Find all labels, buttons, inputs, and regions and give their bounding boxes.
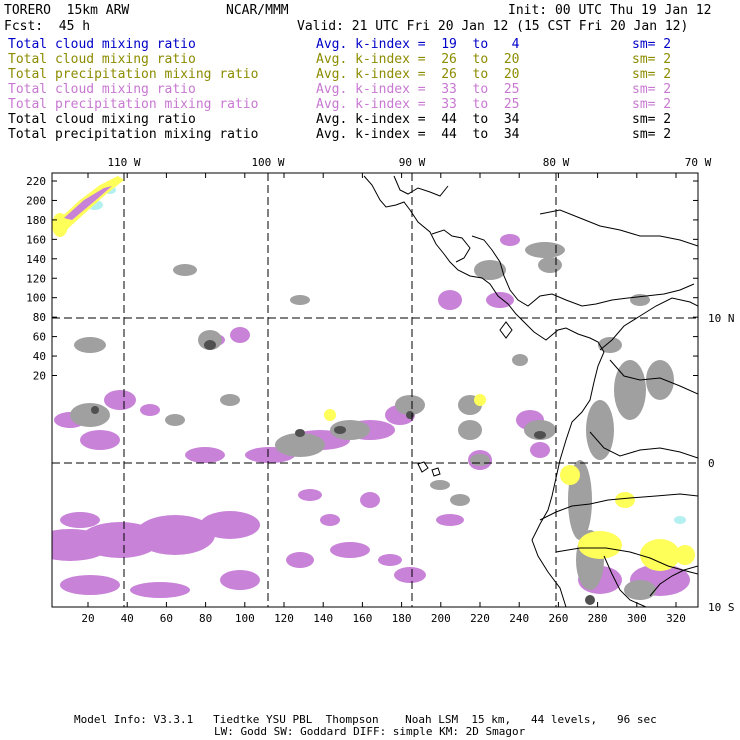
yellow-precip-cell — [474, 394, 486, 406]
purple-precip-cell — [436, 514, 464, 526]
weather-map: 220 200 180 160 140 120 100 80 60 40 20 20 40 60 80 10… — [26, 156, 735, 625]
yellow-precip-cell — [615, 492, 635, 508]
purple-precip-cell — [500, 234, 520, 246]
yellow-precip-cell — [324, 409, 336, 421]
purple-precip-cell — [378, 554, 402, 566]
x-tick-label: 60 — [160, 612, 173, 625]
x-tick-label: 160 — [352, 612, 372, 625]
y-tick-label: 80 — [33, 311, 46, 324]
purple-precip-cell — [60, 512, 100, 528]
purple-precip-cell — [200, 511, 260, 539]
gray-precip-cell — [646, 360, 674, 400]
physics-info: LW: Godd SW: Goddard DIFF: simple KM: 2D… — [214, 725, 526, 738]
y-tick-label: 20 — [33, 370, 46, 383]
x-tick-label: 260 — [548, 612, 568, 625]
x-tick-label: 200 — [431, 612, 451, 625]
dark-precip-cell — [585, 595, 595, 605]
gray-precip-cell — [450, 494, 470, 506]
dark-precip-cell — [406, 411, 414, 419]
purple-precip-cell — [130, 582, 190, 598]
x-tick-label: 140 — [313, 612, 333, 625]
gray-precip-cell — [220, 394, 240, 406]
yellow-precip-cell — [640, 539, 680, 571]
purple-precip-cell — [330, 542, 370, 558]
gray-precip-cell — [74, 337, 106, 353]
dark-precip-cell — [334, 426, 346, 434]
latitude-labels: 10 N 0 10 S — [708, 312, 735, 614]
cyan-precip-cell — [674, 516, 686, 524]
purple-precip-cell — [230, 327, 250, 343]
purple-precip-cell — [286, 552, 314, 568]
latitude-label: 0 — [708, 457, 715, 470]
gray-precip-cell — [614, 360, 646, 420]
x-tick-label: 320 — [666, 612, 686, 625]
gray-precip-cell — [165, 414, 185, 426]
x-tick-label: 120 — [274, 612, 294, 625]
longitude-label: 70 W — [685, 156, 712, 169]
latitude-label: 10 S — [708, 601, 735, 614]
purple-precip-cell — [185, 447, 225, 463]
y-tick-label: 140 — [26, 253, 46, 266]
longitude-label: 110 W — [107, 156, 140, 169]
y-tick-label: 100 — [26, 292, 46, 305]
x-tick-label: 40 — [121, 612, 134, 625]
longitude-label: 100 W — [251, 156, 284, 169]
yellow-precip-cell — [560, 465, 580, 485]
x-tick-label: 240 — [509, 612, 529, 625]
yellow-precip-cell — [675, 545, 695, 565]
dark-precip-cell — [534, 431, 546, 439]
purple-precip-cell — [60, 575, 120, 595]
y-tick-label: 200 — [26, 194, 46, 207]
purple-precip-cell — [104, 390, 136, 410]
longitude-label: 90 W — [399, 156, 426, 169]
dark-precip-cell — [295, 429, 305, 437]
gray-precip-cell — [290, 295, 310, 305]
gray-precip-cell — [430, 480, 450, 490]
x-tick-label: 100 — [235, 612, 255, 625]
x-tick-label: 300 — [627, 612, 647, 625]
longitude-labels: 110 W 100 W 90 W 80 W 70 W — [107, 156, 711, 169]
gray-precip-cell — [624, 580, 656, 600]
dark-precip-cell — [91, 406, 99, 414]
gray-precip-cell — [70, 403, 110, 427]
y-tick-label: 220 — [26, 175, 46, 188]
purple-precip-cell — [438, 290, 462, 310]
purple-precip-cell — [220, 570, 260, 590]
x-tick-label: 20 — [81, 612, 94, 625]
purple-precip-cell — [298, 489, 322, 501]
gray-precip-cell — [470, 454, 490, 466]
yellow-precip-cell — [578, 531, 622, 559]
purple-precip-cell — [80, 430, 120, 450]
gray-precip-cell — [525, 242, 565, 258]
y-tick-label: 160 — [26, 233, 46, 246]
latitude-label: 10 N — [708, 312, 735, 325]
gray-precip-cell — [512, 354, 528, 366]
longitude-label: 80 W — [543, 156, 570, 169]
x-tick-label: 180 — [392, 612, 412, 625]
gray-precip-cell — [173, 264, 197, 276]
y-tick-label: 180 — [26, 214, 46, 227]
x-tick-label: 80 — [199, 612, 212, 625]
purple-precip-cell — [394, 567, 426, 583]
x-tick-label: 220 — [470, 612, 490, 625]
purple-precip-cell — [140, 404, 160, 416]
gray-precip-cell — [598, 337, 622, 353]
gray-precip-cell — [458, 420, 482, 440]
gray-precip-cell — [538, 257, 562, 273]
purple-precip-cell — [530, 442, 550, 458]
y-tick-label: 120 — [26, 272, 46, 285]
purple-precip-cell — [320, 514, 340, 526]
purple-precip-cell — [360, 492, 380, 508]
x-tick-label: 280 — [588, 612, 608, 625]
dark-precip-cell — [204, 340, 216, 350]
y-tick-label: 40 — [33, 350, 46, 363]
y-tick-label: 60 — [33, 331, 46, 344]
